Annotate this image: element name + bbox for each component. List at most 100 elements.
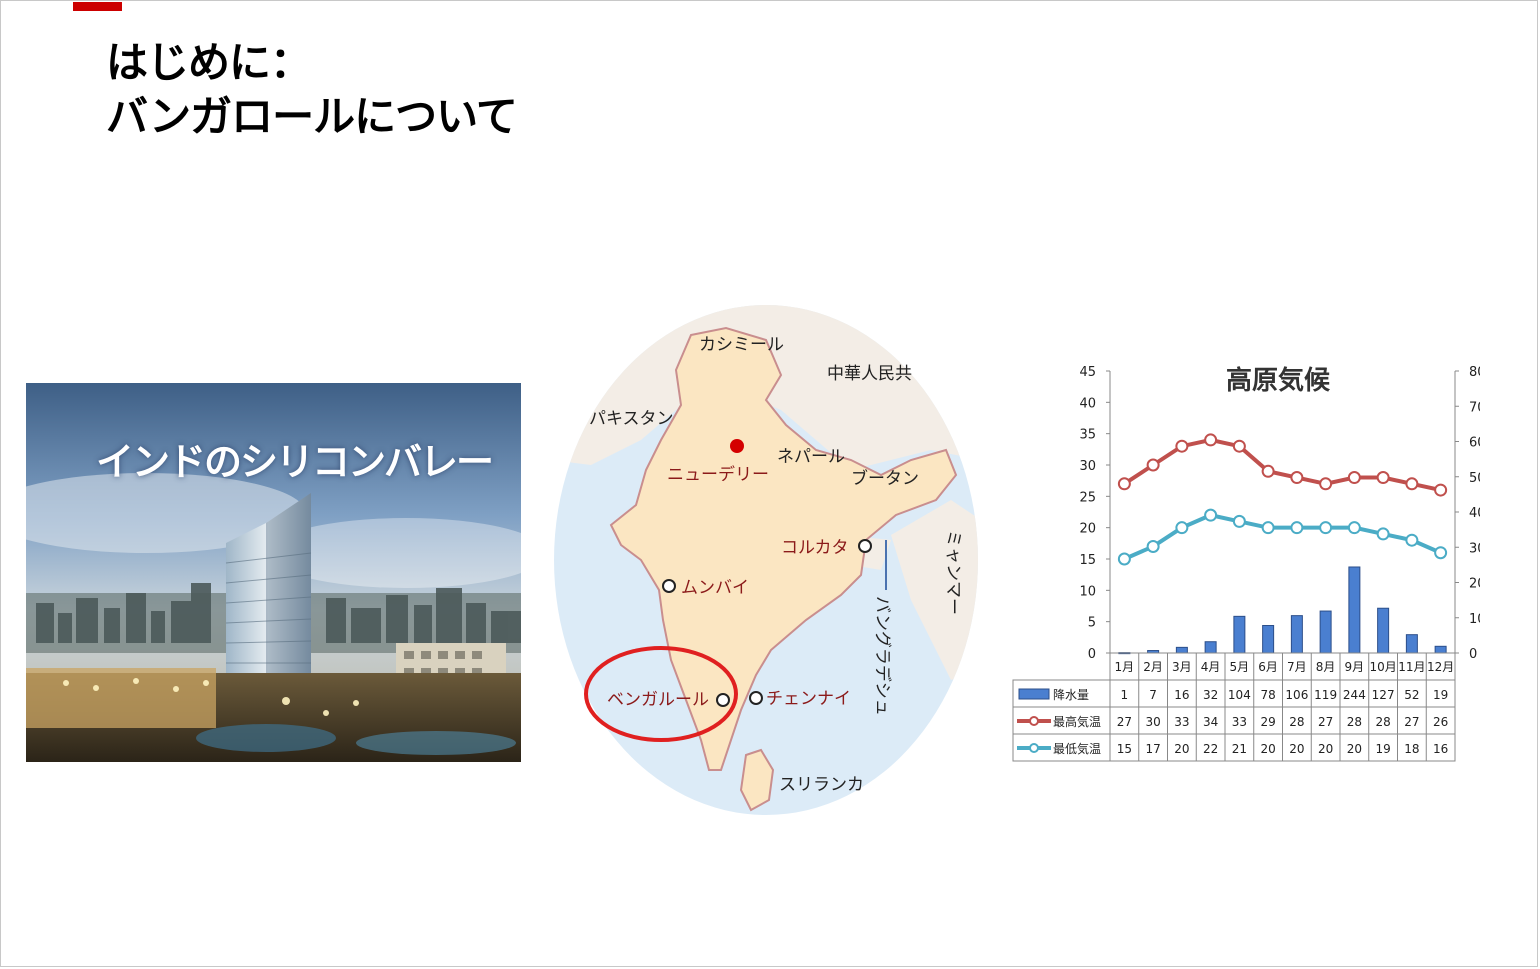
- legend-swatch-marker: [1029, 716, 1039, 726]
- table-cell-value: 52: [1404, 688, 1419, 702]
- city-photo: インドのシリコンバレー: [26, 383, 521, 762]
- slide-title: はじめに： バンガロールについて: [106, 36, 518, 144]
- table-cell-value: 33: [1174, 715, 1189, 729]
- capital-marker: [730, 439, 744, 453]
- min-temp-point: [1347, 521, 1361, 535]
- table-cell-value: 22: [1203, 742, 1218, 756]
- label-chennai: チェンナイ: [766, 689, 851, 709]
- precipitation-bar: [1204, 641, 1217, 654]
- table-cell-value: 27: [1117, 715, 1132, 729]
- title-line-1: はじめに：: [106, 38, 312, 87]
- min-temp-point: [1319, 521, 1333, 535]
- max-temp-point: [1117, 477, 1131, 491]
- month-label: 2月: [1143, 660, 1163, 674]
- table-cell-value: 30: [1145, 715, 1160, 729]
- min-temp-point: [1376, 527, 1390, 541]
- max-temp-point: [1376, 471, 1390, 485]
- table-cell-value: 78: [1260, 688, 1275, 702]
- table-cell-value: 29: [1260, 715, 1275, 729]
- max-temp-point: [1290, 471, 1304, 485]
- month-label: 9月: [1345, 660, 1365, 674]
- left-tick-label: 10: [1079, 584, 1096, 599]
- right-tick-label: 700: [1469, 400, 1480, 415]
- table-cell-value: 20: [1260, 742, 1275, 756]
- month-label: 6月: [1258, 660, 1278, 674]
- max-temp-point: [1261, 464, 1275, 478]
- right-tick-label: 600: [1469, 436, 1480, 451]
- label-kashmir: カシミール: [699, 335, 784, 355]
- left-tick-label: 30: [1079, 459, 1096, 474]
- min-temp-line: [1123, 513, 1442, 561]
- temperature-lines: [1117, 433, 1448, 566]
- max-temp-line: [1123, 437, 1442, 493]
- precipitation-bar: [1233, 615, 1246, 654]
- precipitation-bar: [1319, 610, 1332, 654]
- table-cell-value: 32: [1203, 688, 1218, 702]
- min-temp-point: [1204, 508, 1218, 522]
- chart-axes: 0 5 10 15 20 25 30 35 40 45 0 100 200 300 400 500 600 700…: [1079, 365, 1480, 662]
- left-tick-label: 25: [1079, 490, 1096, 505]
- label-kolkata: コルカタ: [781, 538, 849, 558]
- precipitation-bar: [1290, 615, 1303, 654]
- month-label: 4月: [1201, 660, 1221, 674]
- right-tick-label: 100: [1469, 612, 1480, 627]
- left-tick-label: 35: [1079, 428, 1096, 443]
- max-temp-point: [1175, 439, 1189, 453]
- right-tick-label: 300: [1469, 541, 1480, 556]
- table-cell-value: 20: [1174, 742, 1189, 756]
- month-label: 10月: [1369, 660, 1396, 674]
- table-cell-value: 27: [1318, 715, 1333, 729]
- table-cell-value: 18: [1404, 742, 1419, 756]
- left-tick-label: 5: [1088, 616, 1096, 631]
- month-label: 7月: [1287, 660, 1307, 674]
- max-temp-point: [1204, 433, 1218, 447]
- max-temp-point: [1319, 477, 1333, 491]
- legend-swatch-marker: [1029, 743, 1039, 753]
- table-cell-value: 20: [1347, 742, 1362, 756]
- table-cell-value: 19: [1375, 742, 1390, 756]
- max-temp-point: [1232, 439, 1246, 453]
- label-sri-lanka: スリランカ: [779, 775, 864, 795]
- min-temp-point: [1405, 533, 1419, 547]
- min-temp-point: [1232, 514, 1246, 528]
- right-tick-label: 800: [1469, 365, 1480, 380]
- label-myanmar: ミャンマー: [943, 530, 963, 615]
- min-temp-point: [1261, 521, 1275, 535]
- max-temp-point: [1347, 471, 1361, 485]
- chart-title: 高原気候: [1226, 365, 1331, 396]
- left-tick-label: 0: [1088, 647, 1096, 662]
- title-accent-bar: [73, 2, 122, 11]
- precipitation-bar: [1175, 646, 1188, 654]
- legend-label: 最低気温: [1053, 741, 1101, 756]
- precipitation-bars: [1118, 566, 1447, 655]
- photo-caption: インドのシリコンバレー: [96, 440, 494, 484]
- table-cell-value: 34: [1203, 715, 1218, 729]
- table-cell-value: 28: [1375, 715, 1390, 729]
- min-temp-point: [1434, 546, 1448, 560]
- label-new-delhi: ニューデリー: [667, 464, 769, 485]
- min-temp-point: [1175, 521, 1189, 535]
- label-china: 中華人民共: [827, 364, 912, 384]
- label-nepal: ネパール: [777, 447, 845, 467]
- bengaluru-marker: [716, 693, 730, 707]
- label-mumbai: ムンバイ: [681, 578, 749, 598]
- label-bengaluru: ベンガルール: [607, 690, 709, 710]
- left-tick-label: 15: [1079, 553, 1096, 568]
- precipitation-bar: [1405, 634, 1418, 654]
- table-cell-value: 244: [1343, 688, 1366, 702]
- month-label: 8月: [1316, 660, 1336, 674]
- month-label: 5月: [1230, 660, 1250, 674]
- table-cell-value: 28: [1289, 715, 1304, 729]
- left-tick-label: 45: [1079, 365, 1096, 380]
- right-tick-label: 0: [1469, 647, 1477, 662]
- table-cell-value: 19: [1433, 688, 1448, 702]
- label-bangladesh: バングラデシュ: [872, 596, 893, 716]
- left-tick-label: 40: [1079, 396, 1096, 411]
- table-cell-value: 104: [1228, 688, 1251, 702]
- precipitation-bar: [1262, 625, 1275, 654]
- table-cell-value: 16: [1433, 742, 1448, 756]
- title-line-2: バンガロールについて: [106, 92, 518, 141]
- table-cell-value: 26: [1433, 715, 1448, 729]
- min-temp-point: [1290, 521, 1304, 535]
- month-label: 12月: [1427, 660, 1454, 674]
